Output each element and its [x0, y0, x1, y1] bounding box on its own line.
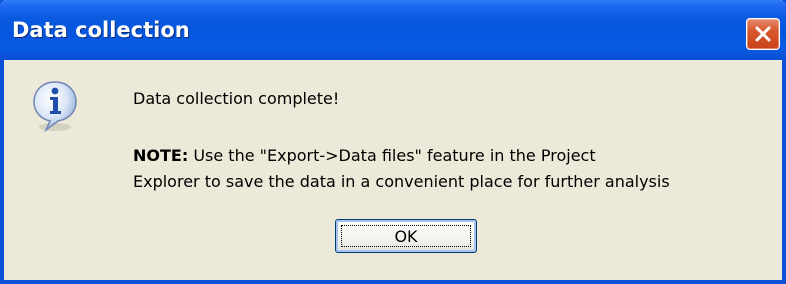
title-bar[interactable]: Data collection	[0, 0, 786, 60]
close-icon	[755, 26, 771, 42]
note-line-1: NOTE: Use the "Export->Data files" featu…	[133, 146, 596, 165]
note-text: Use the "Export->Data files" feature in …	[188, 146, 596, 165]
completion-message: Data collection complete!	[133, 89, 340, 108]
ok-button[interactable]: OK	[335, 219, 477, 253]
window-title: Data collection	[12, 18, 190, 42]
note-label: NOTE:	[133, 146, 189, 165]
dialog-window: Data collection Data collection complete…	[0, 0, 786, 284]
note-line-2: Explorer to save the data in a convenien…	[133, 172, 670, 191]
info-icon	[33, 81, 77, 133]
ok-button-label: OK	[341, 225, 471, 247]
close-button[interactable]	[746, 18, 780, 50]
